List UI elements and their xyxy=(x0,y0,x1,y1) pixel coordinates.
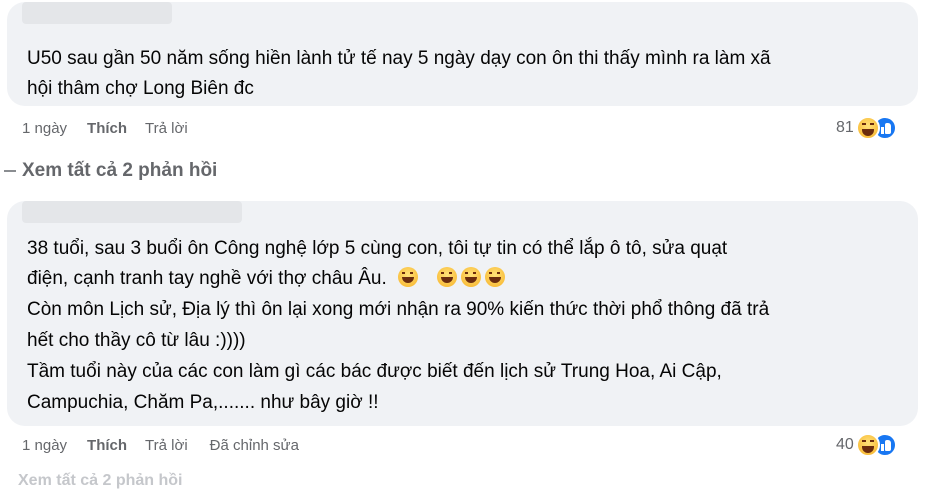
reply-button[interactable]: Trả lời xyxy=(145,437,188,454)
edited-label[interactable]: Đã chỉnh sửa xyxy=(210,437,299,454)
comment-text-fragment: điện, cạnh tranh tay nghề với thợ châu Â… xyxy=(27,268,387,289)
haha-icon xyxy=(855,116,880,140)
comment-time[interactable]: 1 ngày xyxy=(22,437,67,454)
comment-actions-2: 1 ngày Thích Trả lời Đã chỉnh sửa xyxy=(22,437,299,454)
haha-icon xyxy=(855,433,880,457)
comment-text-line: Campuchia, Chăm Pa,....... như bây giờ !… xyxy=(27,392,379,413)
reaction-count: 81 xyxy=(836,119,854,136)
comment-bubble-1: U50 sau gần 50 năm sống hiền lành tử tế … xyxy=(7,2,918,106)
reaction-summary-2[interactable]: 40 xyxy=(836,433,897,457)
blurred-author-name xyxy=(22,2,172,24)
like-button[interactable]: Thích xyxy=(87,120,127,137)
comment-text-line: U50 sau gần 50 năm sống hiền lành tử tế … xyxy=(27,48,771,69)
comment-text-line: 38 tuổi, sau 3 buổi ôn Công nghệ lớp 5 c… xyxy=(27,238,728,259)
reaction-summary-1[interactable]: 81 xyxy=(836,116,897,140)
comment-actions-1: 1 ngày Thích Trả lời xyxy=(22,120,188,137)
laughing-emoji-icon xyxy=(398,267,419,287)
view-replies-link-partial[interactable]: Xem tất cả 2 phản hồi xyxy=(18,472,182,490)
comment-text-line: hội thâm chợ Long Biên đc xyxy=(27,78,254,99)
comment-text-line: Tầm tuổi này của các con làm gì các bác … xyxy=(27,361,722,382)
view-replies-link[interactable]: Xem tất cả 2 phản hồi xyxy=(4,160,217,182)
laughing-emoji-icon xyxy=(485,267,506,287)
laughing-emoji-icon xyxy=(461,267,482,287)
laughing-emoji-icon xyxy=(437,267,458,287)
comment-text-line: điện, cạnh tranh tay nghề với thợ châu Â… xyxy=(27,263,507,294)
comment-bubble-2: 38 tuổi, sau 3 buổi ôn Công nghệ lớp 5 c… xyxy=(7,201,918,426)
blurred-author-name xyxy=(22,201,242,223)
view-replies-label: Xem tất cả 2 phản hồi xyxy=(22,160,218,181)
like-button[interactable]: Thích xyxy=(87,437,127,454)
comment-time[interactable]: 1 ngày xyxy=(22,120,67,137)
reply-connector-line xyxy=(4,170,16,172)
reaction-count: 40 xyxy=(836,436,854,453)
comment-text-line: Còn môn Lịch sử, Địa lý thì ôn lại xong … xyxy=(27,299,770,320)
comment-text-line: hết cho thầy cô từ lâu :)))) xyxy=(27,330,246,351)
reply-button[interactable]: Trả lời xyxy=(145,120,188,137)
